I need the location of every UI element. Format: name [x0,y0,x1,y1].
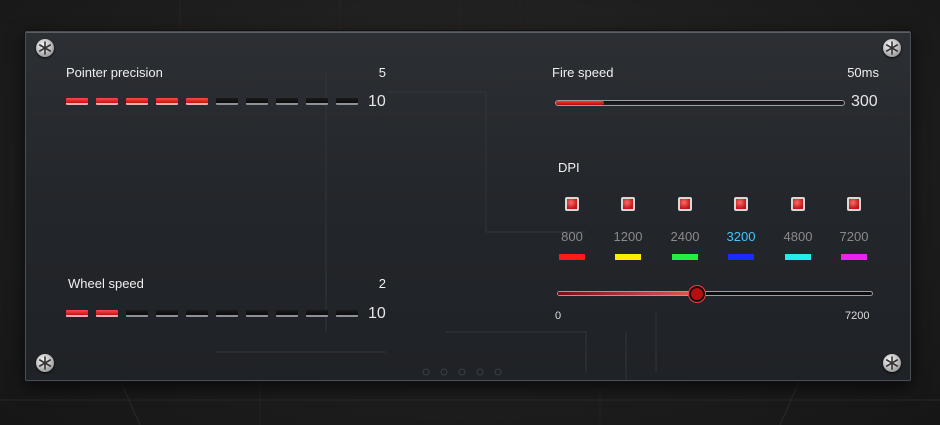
dpi-level-color-swatch[interactable] [841,254,867,260]
level-segment[interactable] [156,310,178,317]
fire-speed-label: Fire speed [552,65,614,80]
dpi-level-checkbox[interactable] [678,197,692,211]
level-segment[interactable] [96,98,118,105]
fire-speed-value: 50ms [847,65,879,80]
dpi-slider-min: 0 [555,310,562,322]
wheel-speed-value: 2 [378,276,386,291]
screw-icon [36,39,54,57]
level-segment[interactable] [306,98,328,105]
fire-speed-max: 300 [851,93,878,110]
wheel-speed-label: Wheel speed [68,276,144,291]
dpi-level-checkbox[interactable] [847,197,861,211]
level-segment[interactable] [276,98,298,105]
dpi-level-value[interactable]: 1200 [603,229,653,244]
wheel-speed-max: 10 [368,305,386,322]
screw-icon [883,39,901,57]
level-segment[interactable] [96,310,118,317]
fire-speed-slider-fill [556,101,605,105]
dpi-level-color-swatch[interactable] [559,254,585,260]
dpi-slider[interactable] [557,291,873,296]
panel-circuit-decoration [216,72,657,380]
level-segment[interactable] [336,98,358,105]
level-segment[interactable] [66,98,88,105]
level-segment[interactable] [216,310,238,317]
pointer-precision-value: 5 [378,65,386,80]
dpi-slider-max: 7200 [845,310,870,322]
pointer-precision-label: Pointer precision [66,65,163,80]
dpi-level-checkbox[interactable] [621,197,635,211]
level-segment[interactable] [186,310,208,317]
dpi-level-value[interactable]: 3200 [716,229,766,244]
dpi-level-checkbox[interactable] [565,197,579,211]
dpi-level-value[interactable]: 800 [547,229,597,244]
dpi-label: DPI [558,160,580,175]
level-segment[interactable] [246,310,268,317]
level-segment[interactable] [306,310,328,317]
screw-icon [883,354,901,372]
level-segment[interactable] [126,98,148,105]
wheel-speed-segment-bar[interactable] [66,310,358,317]
screw-icon [36,354,54,372]
level-segment[interactable] [246,98,268,105]
pointer-precision-segment-bar[interactable] [66,98,358,105]
dpi-slider-fill [558,292,698,295]
dpi-level-value[interactable]: 7200 [829,229,879,244]
dpi-level-value[interactable]: 2400 [660,229,710,244]
dpi-level-checkbox[interactable] [734,197,748,211]
level-segment[interactable] [336,310,358,317]
pointer-precision-max: 10 [368,93,386,110]
level-segment[interactable] [216,98,238,105]
dpi-level-color-swatch[interactable] [615,254,641,260]
level-segment[interactable] [156,98,178,105]
dpi-level-checkbox[interactable] [791,197,805,211]
fire-speed-slider[interactable] [555,100,845,106]
level-segment[interactable] [66,310,88,317]
dpi-level-color-swatch[interactable] [728,254,754,260]
level-segment[interactable] [126,310,148,317]
level-segment[interactable] [186,98,208,105]
dpi-level-value[interactable]: 4800 [773,229,823,244]
settings-panel: Pointer precision 5 10 Wheel speed 2 10 … [25,31,911,381]
level-segment[interactable] [276,310,298,317]
dpi-level-color-swatch[interactable] [785,254,811,260]
dpi-level-color-swatch[interactable] [672,254,698,260]
